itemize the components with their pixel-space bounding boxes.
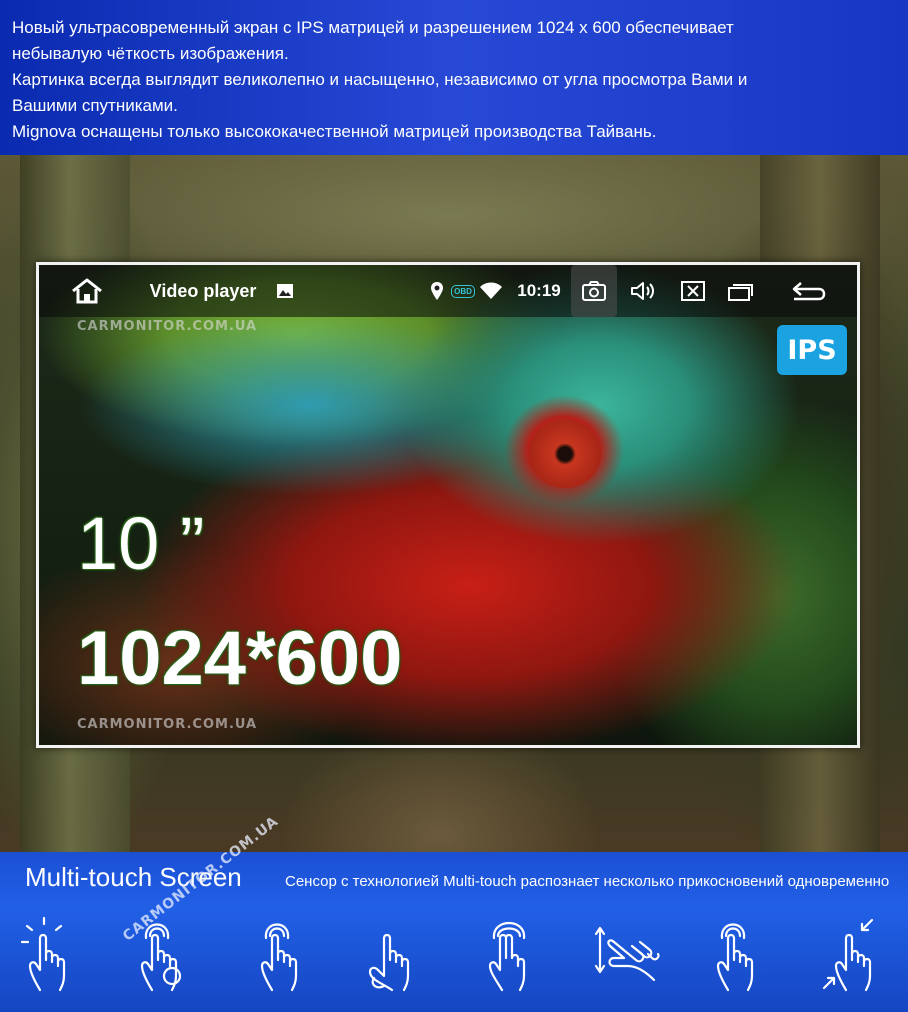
close-icon[interactable] bbox=[675, 265, 711, 317]
location-pin-icon bbox=[427, 265, 447, 317]
resolution-label: 1024*600 bbox=[77, 616, 403, 701]
banner-line: Картинка всегда выглядит великолепно и н… bbox=[12, 70, 748, 89]
back-arrow-icon[interactable] bbox=[787, 265, 831, 317]
app-title: Video player bbox=[149, 280, 257, 301]
wifi-icon bbox=[477, 265, 505, 317]
swipe-gesture-icon bbox=[706, 914, 776, 998]
ips-badge: IPS bbox=[777, 325, 847, 375]
chameleon-eye bbox=[529, 420, 601, 488]
two-finger-gesture-icon bbox=[480, 914, 550, 998]
image-icon bbox=[273, 265, 297, 317]
press-gesture-icon bbox=[250, 914, 320, 998]
camera-icon[interactable] bbox=[571, 265, 617, 317]
watermark: CARMONITOR.COM.UA bbox=[77, 717, 258, 732]
volume-icon[interactable] bbox=[623, 265, 663, 317]
obd-icon: OBD bbox=[449, 265, 477, 317]
recent-apps-icon[interactable] bbox=[723, 265, 759, 317]
home-icon[interactable] bbox=[67, 265, 107, 317]
obd-label: OBD bbox=[451, 284, 475, 298]
banner-line: Новый ультрасовременный экран с IPS матр… bbox=[12, 18, 734, 37]
multitouch-description: Сенсор с технологией Multi-touch распозн… bbox=[285, 873, 890, 890]
status-bar: Video player OBD 10:19 bbox=[39, 265, 857, 317]
banner-line: Mignova оснащены только высококачественн… bbox=[12, 122, 657, 141]
multitouch-panel: Multi-touch Screen Сенсор с технологией … bbox=[0, 813, 908, 1012]
screen-size-label: 10 ” bbox=[77, 502, 205, 585]
scroll-gesture-icon bbox=[592, 914, 662, 998]
banner-line: небывалую чёткость изображения. bbox=[12, 44, 289, 63]
pinch-gesture-icon bbox=[820, 914, 890, 998]
description-banner: Новый ультрасовременный экран с IPS матр… bbox=[0, 0, 908, 155]
banner-line: Вашими спутниками. bbox=[12, 96, 178, 115]
rotate-gesture-icon bbox=[362, 914, 432, 998]
clock: 10:19 bbox=[517, 281, 561, 300]
tap-gesture-icon bbox=[18, 914, 88, 998]
watermark: CARMONITOR.COM.UA bbox=[77, 319, 258, 334]
device-screen: Video player OBD 10:19 CARMONITOR.COM.UA… bbox=[36, 262, 860, 748]
